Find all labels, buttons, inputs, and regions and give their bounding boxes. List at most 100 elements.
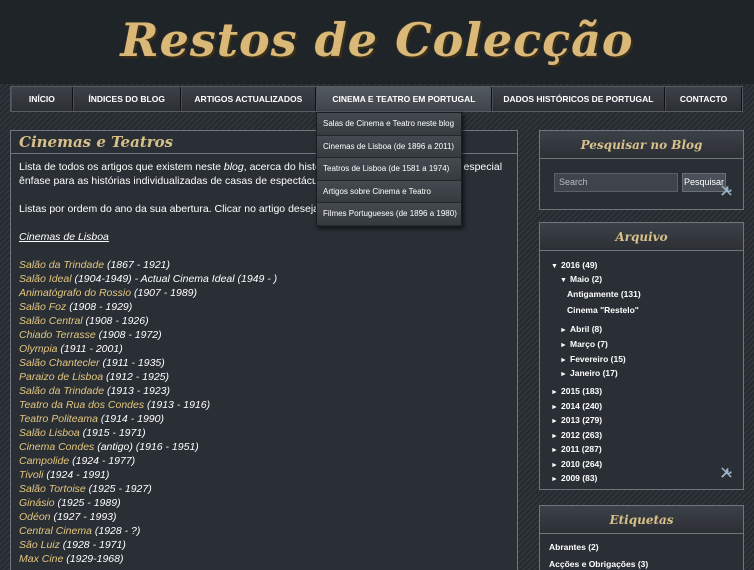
archive-month-item[interactable]: ► Março (7) (560, 337, 608, 351)
nav-inicio[interactable]: INÍCIO (11, 87, 73, 111)
cinema-link[interactable]: Ginásio (19, 497, 55, 509)
dropdown-cinemas-lisboa[interactable]: Cinemas de Lisboa (de 1896 a 2011) (317, 135, 461, 158)
main-nav: INÍCIO ÍNDICES DO BLOG ARTIGOS ACTUALIZA… (10, 86, 743, 112)
archive-label: 2010 (264) (561, 459, 603, 469)
cinema-link[interactable]: Salão Chantecler (19, 357, 100, 369)
cinema-link[interactable]: Salão Central (19, 315, 83, 327)
cinema-years: (1925 - 1927) (85, 483, 152, 495)
cinema-years: (1929-1968) (63, 553, 124, 565)
archive-year-item[interactable]: ► 2015 (183) (551, 384, 602, 398)
nav-indices-do-blog[interactable]: ÍNDICES DO BLOG (72, 87, 181, 111)
search-input[interactable]: Search (554, 173, 678, 192)
cinema-years: (1907 - 1989) (131, 287, 198, 299)
archive-label: Março (7) (570, 339, 608, 349)
archive-month-item[interactable]: ▼ Maio (2) (560, 272, 602, 286)
collapsed-triangle-icon[interactable]: ► (560, 339, 570, 353)
cinema-link[interactable]: Salão Lisboa (19, 427, 80, 439)
cinema-link[interactable]: Chiado Terrasse (19, 329, 96, 341)
edit-tools-icon[interactable] (720, 466, 733, 479)
dropdown-salas-cinema-teatro[interactable]: Salas de Cinema e Teatro neste blog (317, 113, 461, 136)
cinema-row: Salão Tortoise (1925 - 1927) (19, 482, 277, 496)
cinema-row: Salão da Trindade (1913 - 1923) (19, 384, 277, 398)
archive-label: Abril (8) (570, 324, 603, 334)
collapsed-triangle-icon[interactable]: ► (551, 415, 561, 429)
cinema-link[interactable]: São Luiz (19, 539, 60, 551)
cinema-link[interactable]: Salão Tortoise (19, 483, 86, 495)
cinema-row: Campolide (1924 - 1977) (19, 454, 277, 468)
blog-title[interactable]: Restos de Colecção (120, 13, 633, 67)
cinema-link[interactable]: Salão da Trindade (19, 259, 104, 271)
archive-year-item[interactable]: ► 2011 (287) (551, 442, 602, 456)
cinema-years: (1914 - 1990) (98, 413, 164, 425)
archive-year-item[interactable]: ► 2009 (83) (551, 471, 597, 485)
dropdown-filmes-portugueses[interactable]: Filmes Portugueses (de 1896 a 1980) (317, 203, 461, 226)
cinema-years: (1927 - 1993) (50, 511, 117, 523)
search-widget-title: Pesquisar no Blog (540, 131, 743, 159)
cinema-link[interactable]: Max Cine (19, 553, 63, 565)
cinema-link[interactable]: Salão Foz (19, 301, 66, 313)
archive-year-item[interactable]: ► 2014 (240) (551, 399, 602, 413)
cinema-link[interactable]: Teatro da Rua dos Condes (19, 399, 144, 411)
cinema-link[interactable]: Teatro Politeama (19, 413, 98, 425)
archive-year-item[interactable]: ► 2010 (264) (551, 457, 602, 471)
collapsed-triangle-icon[interactable]: ► (551, 386, 561, 400)
search-widget: Pesquisar no Blog Search Pesquisar (539, 130, 744, 210)
archive-year-item[interactable]: ▼ 2016 (49) (551, 258, 597, 272)
cinema-row: Teatro da Rua dos Condes (1913 - 1916) (19, 398, 277, 412)
cinema-years: (1915 - 1971) (79, 427, 146, 439)
cinema-link[interactable]: Cinema Condes (19, 441, 94, 453)
labels-widget-title: Etiquetas (540, 506, 743, 534)
cinema-link[interactable]: Tivoli (19, 469, 43, 481)
nav-cinema-e-teatro[interactable]: CINEMA E TEATRO EM PORTUGAL (316, 87, 492, 111)
cinema-list: Salão da Trindade (1867 - 1921) Salão Ide… (19, 258, 277, 566)
cinema-link[interactable]: Odéon (19, 511, 51, 523)
cinema-years: (1925 - 1989) (54, 497, 121, 509)
post-title[interactable]: Cinemas e Teatros (19, 133, 173, 151)
expanded-triangle-icon[interactable]: ▼ (560, 274, 570, 288)
nav-artigos-actualizados[interactable]: ARTIGOS ACTUALIZADOS (180, 87, 317, 111)
archive-post-link[interactable]: Antigamente (131) (567, 287, 641, 301)
cinema-row: Paraizo de Lisboa (1912 - 1925) (19, 370, 277, 384)
cinema-link[interactable]: Paraizo de Lisboa (19, 371, 103, 383)
cinema-row: Ginásio (1925 - 1989) (19, 496, 277, 510)
nav-dados-historicos[interactable]: DADOS HISTÓRICOS DE PORTUGAL (491, 87, 666, 111)
collapsed-triangle-icon[interactable]: ► (551, 444, 561, 458)
archive-label: 2011 (287) (561, 444, 602, 454)
collapsed-triangle-icon[interactable]: ► (551, 473, 561, 487)
cinema-link[interactable]: Animatógrafo do Rossio (19, 287, 131, 299)
archive-post-link[interactable]: Cinema "Restelo" (567, 303, 639, 317)
cinema-link[interactable]: Salão Ideal (19, 273, 72, 285)
cinema-years: (1911 - 1935) (99, 357, 165, 369)
archive-label: 2009 (83) (561, 473, 598, 483)
archive-month-item[interactable]: ► Abril (8) (560, 322, 602, 336)
cinema-row: São Luiz (1928 - 1971) (19, 538, 277, 552)
cinema-link[interactable]: Salão da Trindade (19, 385, 104, 397)
intro-blog-word: blog (223, 161, 244, 173)
section-cinemas-de-lisboa[interactable]: Cinemas de Lisboa (19, 231, 109, 243)
archive-year-item[interactable]: ► 2012 (263) (551, 428, 602, 442)
collapsed-triangle-icon[interactable]: ► (560, 368, 570, 382)
archive-label: 2016 (49) (561, 260, 598, 270)
cinema-years: (1908 - 1972) (95, 329, 162, 341)
dropdown-artigos-cinema-teatro[interactable]: Artigos sobre Cinema e Teatro (317, 180, 461, 203)
collapsed-triangle-icon[interactable]: ► (560, 324, 570, 338)
cinema-years: (1908 - 1929) (66, 301, 133, 313)
label-link[interactable]: Acções e Obrigações (3) (549, 559, 648, 569)
archive-year-item[interactable]: ► 2013 (279) (551, 413, 602, 427)
archive-month-item[interactable]: ► Janeiro (17) (560, 366, 618, 380)
cinema-link[interactable]: Olympia (19, 343, 58, 355)
order-instruction: Listas por ordem do ano da sua abertura.… (19, 203, 331, 215)
edit-tools-icon[interactable] (720, 184, 733, 197)
cinema-row: Animatógrafo do Rossio (1907 - 1989) (19, 286, 277, 300)
archive-label: Maio (2) (570, 274, 603, 284)
cinema-row: Tivoli (1924 - 1991) (19, 468, 277, 482)
cinema-link[interactable]: Campolide (19, 455, 69, 467)
archive-month-item[interactable]: ► Fevereiro (15) (560, 352, 626, 366)
cinema-row: Max Cine (1929-1968) (19, 552, 277, 566)
intro-line1-start: Lista de todos os artigos que existem ne… (19, 161, 224, 173)
dropdown-teatros-lisboa[interactable]: Teatros de Lisboa (de 1581 a 1974) (317, 158, 461, 181)
nav-contacto[interactable]: CONTACTO (665, 87, 742, 111)
label-link[interactable]: Abrantes (2) (549, 542, 599, 552)
archive-label: 2012 (263) (561, 430, 603, 440)
cinema-link[interactable]: Central Cinema (19, 525, 92, 537)
